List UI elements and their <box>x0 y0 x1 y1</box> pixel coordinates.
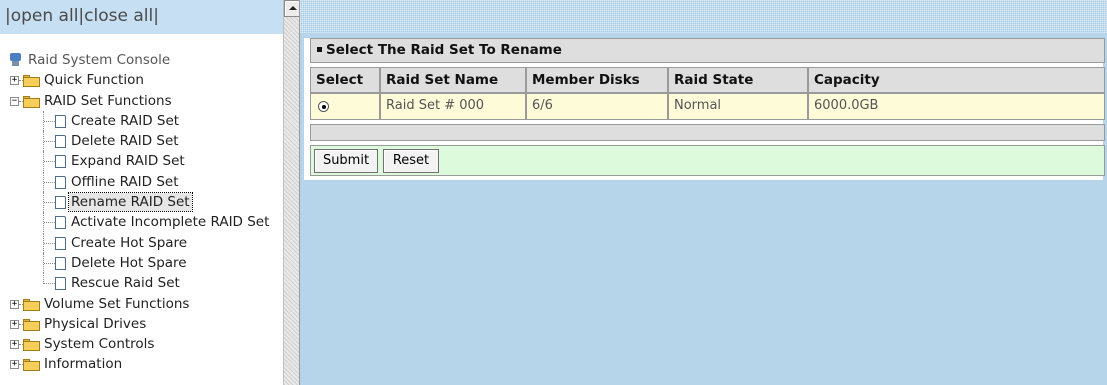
tree-item-label: Activate Incomplete RAID Set <box>71 214 270 231</box>
tree-item-rename-raid-set[interactable]: Rename RAID Set <box>0 192 283 213</box>
page-icon <box>55 135 66 149</box>
column-header-raid-set-name: Raid Set Name <box>380 67 526 93</box>
content-frame: Select The Raid Set To Rename Select Rai… <box>300 0 1107 385</box>
tree-item-activate-incomplete-raid-set[interactable]: Activate Incomplete RAID Set <box>0 212 283 233</box>
tree-root-label: Raid System Console <box>28 52 171 68</box>
tree-toolbar: |open all|close all| <box>0 0 283 34</box>
tree-item-label: Delete RAID Set <box>71 133 179 150</box>
column-header-capacity: Capacity <box>808 67 1105 93</box>
tree-item-delete-raid-set[interactable]: Delete RAID Set <box>0 131 283 152</box>
tree-item-label: Offline RAID Set <box>71 173 179 190</box>
page-icon <box>55 256 66 270</box>
bullet-icon <box>317 47 322 52</box>
expand-plus-icon[interactable]: + <box>10 319 19 329</box>
close-all-link[interactable]: |close all| <box>78 6 159 26</box>
tree-node-information[interactable]: + Information <box>0 354 283 374</box>
tree-node-quick-function[interactable]: + Quick Function <box>0 70 283 90</box>
expand-plus-icon[interactable]: + <box>10 340 19 350</box>
tree-node-label: RAID Set Functions <box>44 92 172 109</box>
folder-open-icon <box>23 95 40 108</box>
page-icon <box>55 175 66 189</box>
folder-icon <box>23 339 40 352</box>
navigation-tree-frame: |open all|close all| Raid System Console… <box>0 0 300 385</box>
tree-scrollbar[interactable] <box>283 0 299 385</box>
expand-plus-icon[interactable]: + <box>10 299 19 309</box>
raid-set-name-cell: Raid Set # 000 <box>380 93 526 120</box>
column-header-member-disks: Member Disks <box>526 67 668 93</box>
tree-item-label: Expand RAID Set <box>71 153 185 170</box>
content-header-band <box>300 0 1107 33</box>
table-footer-bar <box>310 124 1105 141</box>
tree-node-volume-set-functions[interactable]: + Volume Set Functions <box>0 294 283 314</box>
reset-button[interactable]: Reset <box>383 149 439 173</box>
collapse-minus-icon[interactable]: − <box>10 96 19 106</box>
column-header-select: Select <box>310 67 380 93</box>
tree-item-label: Delete Hot Spare <box>71 254 187 271</box>
page-icon <box>55 216 66 230</box>
folder-icon <box>23 75 40 88</box>
folder-icon <box>23 359 40 372</box>
tree-node-label: Information <box>44 356 123 373</box>
column-header-raid-state: Raid State <box>668 67 808 93</box>
raid-state-cell: Normal <box>668 93 808 120</box>
tree-item-label-selected: Rename RAID Set <box>68 192 193 213</box>
capacity-cell: 6000.0GB <box>808 93 1105 120</box>
tree-item-label: Rescue Raid Set <box>71 275 180 292</box>
expand-plus-icon[interactable]: + <box>10 360 19 370</box>
open-all-link[interactable]: |open all <box>5 6 78 26</box>
tree-node-label: Volume Set Functions <box>44 295 190 312</box>
tree-node-physical-drives[interactable]: + Physical Drives <box>0 314 283 334</box>
tree-node-system-controls[interactable]: + System Controls <box>0 334 283 354</box>
select-cell <box>310 93 380 120</box>
page-icon <box>55 155 66 169</box>
navigation-tree: Raid System Console + Quick Function − R… <box>0 50 283 375</box>
tree-item-offline-raid-set[interactable]: Offline RAID Set <box>0 171 283 192</box>
tree-item-create-hot-spare[interactable]: Create Hot Spare <box>0 232 283 253</box>
page-icon <box>55 196 66 210</box>
raid-set-select-radio[interactable] <box>318 101 329 112</box>
tree-node-raid-set-functions[interactable]: − RAID Set Functions <box>0 91 283 111</box>
folder-icon <box>23 318 40 331</box>
expand-plus-icon[interactable]: + <box>10 76 19 86</box>
page-icon <box>55 277 66 291</box>
rename-raid-set-form: Select The Raid Set To Rename Select Rai… <box>304 38 1105 180</box>
tree-item-rescue-raid-set[interactable]: Rescue Raid Set <box>0 273 283 293</box>
tree-item-label: Create RAID Set <box>71 112 180 129</box>
tree-item-create-raid-set[interactable]: Create RAID Set <box>0 110 283 131</box>
form-button-row: Submit Reset <box>310 145 1105 176</box>
tree-node-label: Physical Drives <box>44 315 147 332</box>
tree-node-label: System Controls <box>44 336 155 353</box>
page-icon <box>55 114 66 128</box>
computer-icon <box>9 53 22 67</box>
member-disks-cell: 6/6 <box>526 93 668 120</box>
scroll-up-arrow-icon[interactable] <box>284 0 299 17</box>
submit-button[interactable]: Submit <box>314 149 378 173</box>
form-title: Select The Raid Set To Rename <box>326 42 562 58</box>
tree-item-expand-raid-set[interactable]: Expand RAID Set <box>0 151 283 172</box>
folder-icon <box>23 298 40 311</box>
tree-item-label: Create Hot Spare <box>71 234 188 251</box>
tree-root[interactable]: Raid System Console <box>0 50 283 70</box>
page-icon <box>55 236 66 250</box>
form-title-bar: Select The Raid Set To Rename <box>310 38 1105 63</box>
tree-item-delete-hot-spare[interactable]: Delete Hot Spare <box>0 252 283 273</box>
tree-node-label: Quick Function <box>44 72 144 89</box>
